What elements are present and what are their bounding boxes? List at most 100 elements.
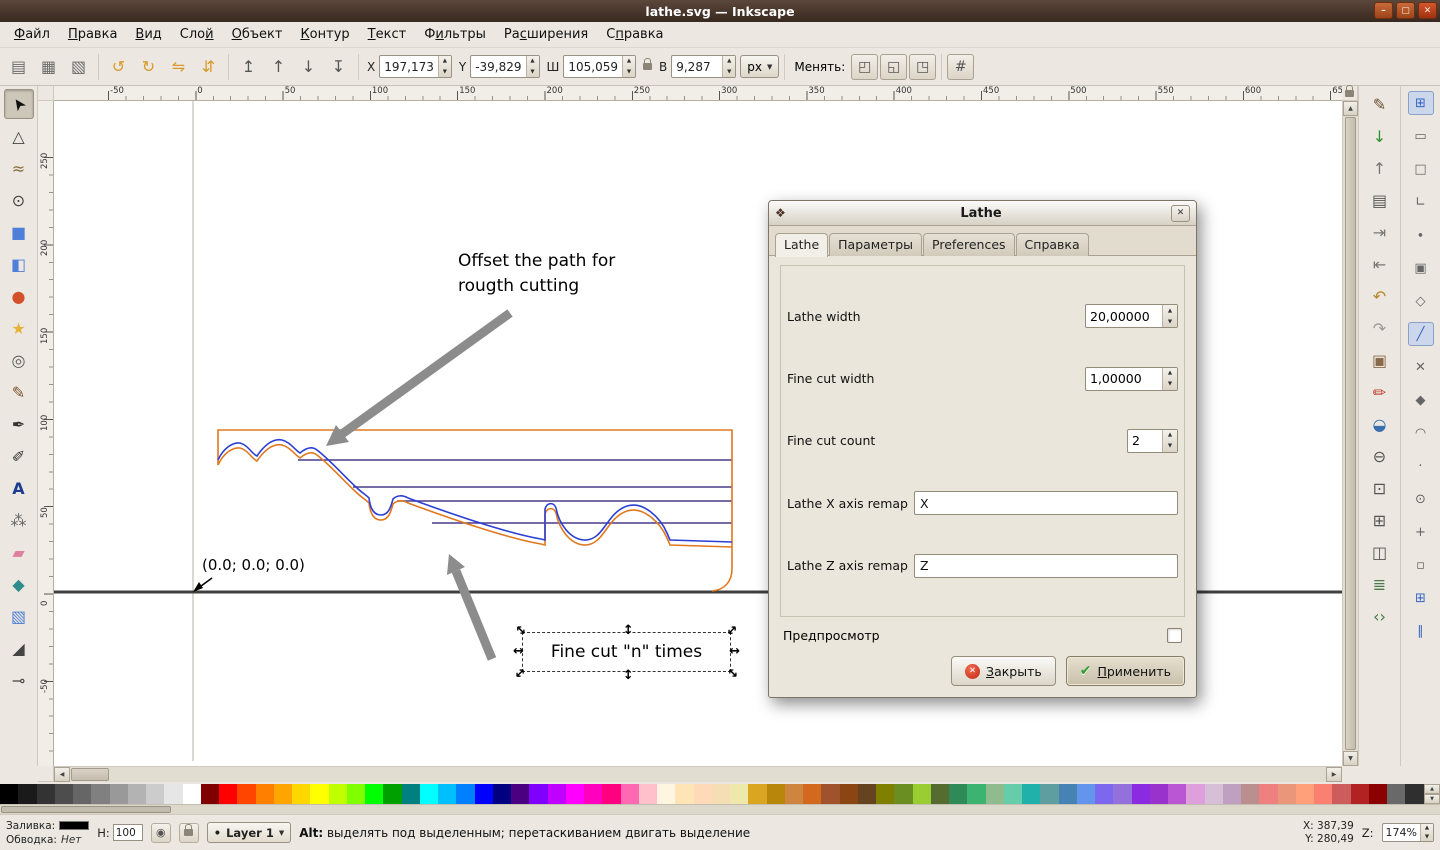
color-swatch[interactable] <box>730 784 749 804</box>
color-swatch[interactable] <box>1040 784 1059 804</box>
spin-up-icon[interactable]: ▲ <box>1163 305 1177 316</box>
vertical-scrollbar[interactable]: ▲ ▼ <box>1342 101 1358 766</box>
color-swatch[interactable] <box>547 784 566 804</box>
color-swatch[interactable] <box>219 784 238 804</box>
lathe-x-axis-remap-input[interactable] <box>914 491 1178 516</box>
rough-cut-lines[interactable] <box>298 459 732 524</box>
color-swatch[interactable] <box>1204 784 1223 804</box>
import-file[interactable]: ↓ <box>1366 123 1394 150</box>
scale-handle-w[interactable]: ↔ <box>513 645 524 658</box>
color-swatch[interactable] <box>711 784 730 804</box>
color-swatch[interactable] <box>146 784 165 804</box>
spin-down-icon[interactable]: ▼ <box>1421 833 1433 842</box>
close-button[interactable]: ✕ Закрыть <box>951 656 1056 686</box>
spin-up-icon[interactable]: ▲ <box>1163 368 1177 379</box>
menu-object[interactable]: Объект <box>223 22 292 47</box>
color-swatch[interactable] <box>529 784 548 804</box>
color-swatch[interactable] <box>1277 784 1296 804</box>
flip-vertical-icon[interactable]: ⇵ <box>194 53 223 81</box>
color-swatch[interactable] <box>1314 784 1333 804</box>
color-swatch[interactable] <box>1168 784 1187 804</box>
spiral-tool[interactable]: ◎ <box>4 345 34 375</box>
color-swatch[interactable] <box>657 784 676 804</box>
close-window-button[interactable]: ✕ <box>1418 2 1437 19</box>
dialog-close-button[interactable]: ✕ <box>1171 204 1190 222</box>
lathe-width-spinbox[interactable]: 20,00000 ▲ ▼ <box>1085 304 1178 329</box>
save-document[interactable]: ✎ <box>1366 91 1394 118</box>
redo-action[interactable]: ↷ <box>1366 315 1394 342</box>
color-swatch[interactable] <box>310 784 329 804</box>
color-swatch[interactable] <box>1003 784 1022 804</box>
export-png[interactable]: ⇤ <box>1366 251 1394 278</box>
color-swatch[interactable] <box>346 784 365 804</box>
color-swatch[interactable] <box>36 784 55 804</box>
opacity-value[interactable]: 100 <box>112 824 143 841</box>
scale-handle-n[interactable]: ↔ <box>619 624 634 635</box>
color-swatch[interactable] <box>930 784 949 804</box>
color-swatch[interactable] <box>1259 784 1278 804</box>
print-document[interactable]: ▤ <box>1366 187 1394 214</box>
snap-bbox-centers[interactable]: ▣ <box>1408 256 1434 280</box>
horizontal-scroll-thumb[interactable] <box>71 768 109 781</box>
spinner-arrows[interactable]: ▲ ▼ <box>1162 429 1177 452</box>
eraser-tool[interactable]: ▰ <box>4 537 34 567</box>
color-swatch[interactable] <box>1295 784 1314 804</box>
tweak-tool[interactable]: ≈ <box>4 153 34 183</box>
zoom-spinbox[interactable]: 174% ▲ ▼ <box>1381 823 1434 842</box>
layer-dropdown[interactable]: • Layer 1 ▼ <box>206 822 292 843</box>
snap-page-border[interactable]: ▫ <box>1408 553 1434 577</box>
horizontal-scrollbar[interactable]: ◀ ▶ <box>54 766 1342 782</box>
fine-cut-text-selection[interactable]: Fine cut "n" times ↔ ↔ ↔ ↔ ↔ ↔ ↔ ↔ <box>511 621 741 682</box>
color-swatch[interactable] <box>18 784 37 804</box>
rotate-ccw-icon[interactable]: ↺ <box>104 53 133 81</box>
width-spinner-arrows[interactable]: ▲ ▼ <box>622 56 635 77</box>
color-swatch[interactable] <box>912 784 931 804</box>
tab-help[interactable]: Справка <box>1015 233 1089 256</box>
color-swatch[interactable] <box>1131 784 1150 804</box>
connector-tool[interactable]: ⊸ <box>4 665 34 695</box>
spinner-arrows[interactable]: ▲ ▼ <box>1162 367 1177 390</box>
spin-down-icon[interactable]: ▼ <box>1163 316 1177 327</box>
annotation-arrow-finecut[interactable] <box>447 554 497 661</box>
apply-button[interactable]: ✔ Применить <box>1065 656 1185 686</box>
color-swatch[interactable] <box>1058 784 1077 804</box>
color-swatch[interactable] <box>1113 784 1132 804</box>
color-swatch[interactable] <box>1332 784 1351 804</box>
scale-gradients-toggle[interactable]: ◳ <box>909 53 937 80</box>
spin-down-icon[interactable]: ▼ <box>1163 441 1177 452</box>
color-swatch[interactable] <box>328 784 347 804</box>
box3d-tool[interactable]: ◧ <box>4 249 34 279</box>
menu-filters[interactable]: Фи льтры <box>415 22 495 47</box>
menu-layer[interactable]: Сло й <box>171 22 223 47</box>
height-spinner-arrows[interactable]: ▲ ▼ <box>722 56 736 77</box>
color-swatch[interactable] <box>985 784 1004 804</box>
color-swatch[interactable] <box>474 784 493 804</box>
color-swatch[interactable] <box>237 784 256 804</box>
vertical-scroll-thumb[interactable] <box>1345 117 1356 750</box>
scroll-left-button[interactable]: ◀ <box>54 767 70 782</box>
layer-visibility-button[interactable]: ◉ <box>150 822 171 843</box>
palette-scroll-thumb[interactable] <box>1 806 171 813</box>
spin-down-icon[interactable]: ▼ <box>527 67 539 78</box>
color-swatch[interactable] <box>255 784 274 804</box>
scroll-down-button[interactable]: ▼ <box>1343 751 1358 766</box>
color-swatch[interactable] <box>438 784 457 804</box>
pen-tool[interactable]: ✒ <box>4 409 34 439</box>
height-spinbox[interactable]: 9,287 ▲ ▼ <box>671 55 737 78</box>
color-swatch[interactable] <box>949 784 968 804</box>
color-swatch[interactable] <box>876 784 895 804</box>
palette-down-button[interactable]: ▼ <box>1424 794 1440 804</box>
tab-lathe[interactable]: Lathe <box>775 233 829 257</box>
gradient-tool[interactable]: ▧ <box>4 601 34 631</box>
color-swatch[interactable] <box>164 784 183 804</box>
undo-action[interactable]: ↶ <box>1366 283 1394 310</box>
color-swatch[interactable] <box>401 784 420 804</box>
selector-tool[interactable]: ➤ <box>3 89 34 119</box>
lock-ratio-icon[interactable] <box>643 58 652 70</box>
dropper-tool[interactable]: ◢ <box>4 633 34 663</box>
fill-stroke-indicator[interactable]: Заливка: Обводка: Нет <box>6 820 90 846</box>
y-spinner-arrows[interactable]: ▲ ▼ <box>525 56 539 78</box>
flip-horizontal-icon[interactable]: ⇋ <box>164 53 193 81</box>
fill-swatch[interactable] <box>59 821 90 830</box>
width-spinbox[interactable]: 105,059 ▲ ▼ <box>563 55 636 78</box>
